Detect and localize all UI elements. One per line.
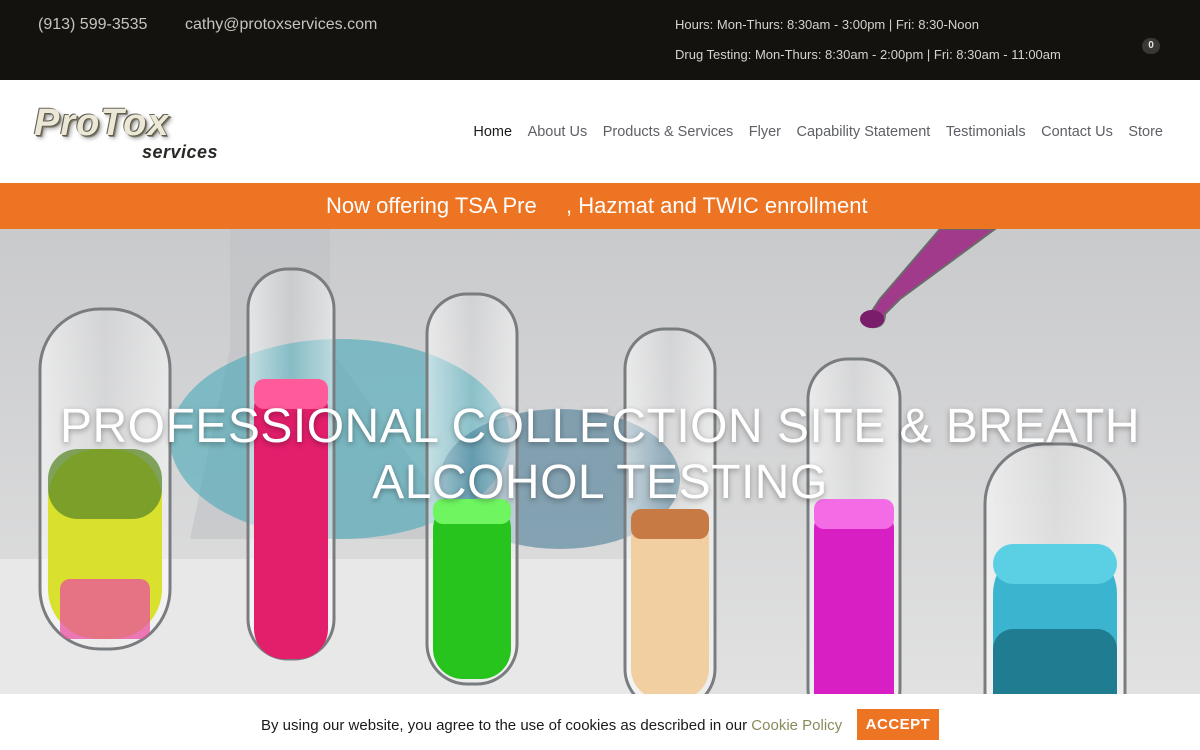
nav-home[interactable]: Home <box>473 124 512 140</box>
nav-contact-us[interactable]: Contact Us <box>1041 124 1113 140</box>
cookie-policy-link[interactable]: Cookie Policy <box>751 717 842 734</box>
nav-capability-statement[interactable]: Capability Statement <box>797 124 931 140</box>
logo-subtitle: services <box>142 142 219 162</box>
office-hours: Hours: Mon-Thurs: 8:30am - 3:00pm | Fri:… <box>675 17 979 32</box>
hero-title: PROFESSIONAL COLLECTION SITE & BREATH AL… <box>0 399 1200 511</box>
hero-section: PROFESSIONAL COLLECTION SITE & BREATH AL… <box>0 229 1200 750</box>
accept-cookies-button[interactable]: ACCEPT <box>857 709 939 740</box>
hero-title-line2: ALCOHOL TESTING <box>372 456 828 509</box>
promo-banner: Now offering TSA Pre , Hazmat and TWIC e… <box>0 183 1200 229</box>
main-nav: Home About Us Products & Services Flyer … <box>458 124 1163 140</box>
drug-testing-hours: Drug Testing: Mon-Thurs: 8:30am - 2:00pm… <box>675 47 1061 62</box>
logo-wordmark: ProTox <box>34 102 170 144</box>
email-link[interactable]: cathy@protoxservices.com <box>185 16 377 34</box>
cookie-consent-bar: By using our website, you agree to the u… <box>0 694 1200 750</box>
promo-text-start: Now offering TSA Pre <box>326 193 537 218</box>
protox-logo[interactable]: ProTox services <box>34 102 224 164</box>
phone-number[interactable]: (913) 599-3535 <box>38 16 147 34</box>
top-info-bar: (913) 599-3535 cathy@protoxservices.com … <box>0 0 1200 80</box>
cookie-message-text: By using our website, you agree to the u… <box>261 717 752 734</box>
nav-store[interactable]: Store <box>1128 124 1163 140</box>
nav-products-services[interactable]: Products & Services <box>603 124 734 140</box>
hero-title-line1: PROFESSIONAL COLLECTION SITE & BREATH <box>59 400 1141 453</box>
nav-testimonials[interactable]: Testimonials <box>946 124 1026 140</box>
cart-count-badge[interactable]: 0 <box>1142 38 1160 54</box>
cookie-message: By using our website, you agree to the u… <box>261 717 842 734</box>
nav-flyer[interactable]: Flyer <box>749 124 781 140</box>
nav-about-us[interactable]: About Us <box>528 124 588 140</box>
promo-text-end: , Hazmat and TWIC enrollment <box>566 193 868 218</box>
site-header: ProTox services Home About Us Products &… <box>0 80 1200 183</box>
